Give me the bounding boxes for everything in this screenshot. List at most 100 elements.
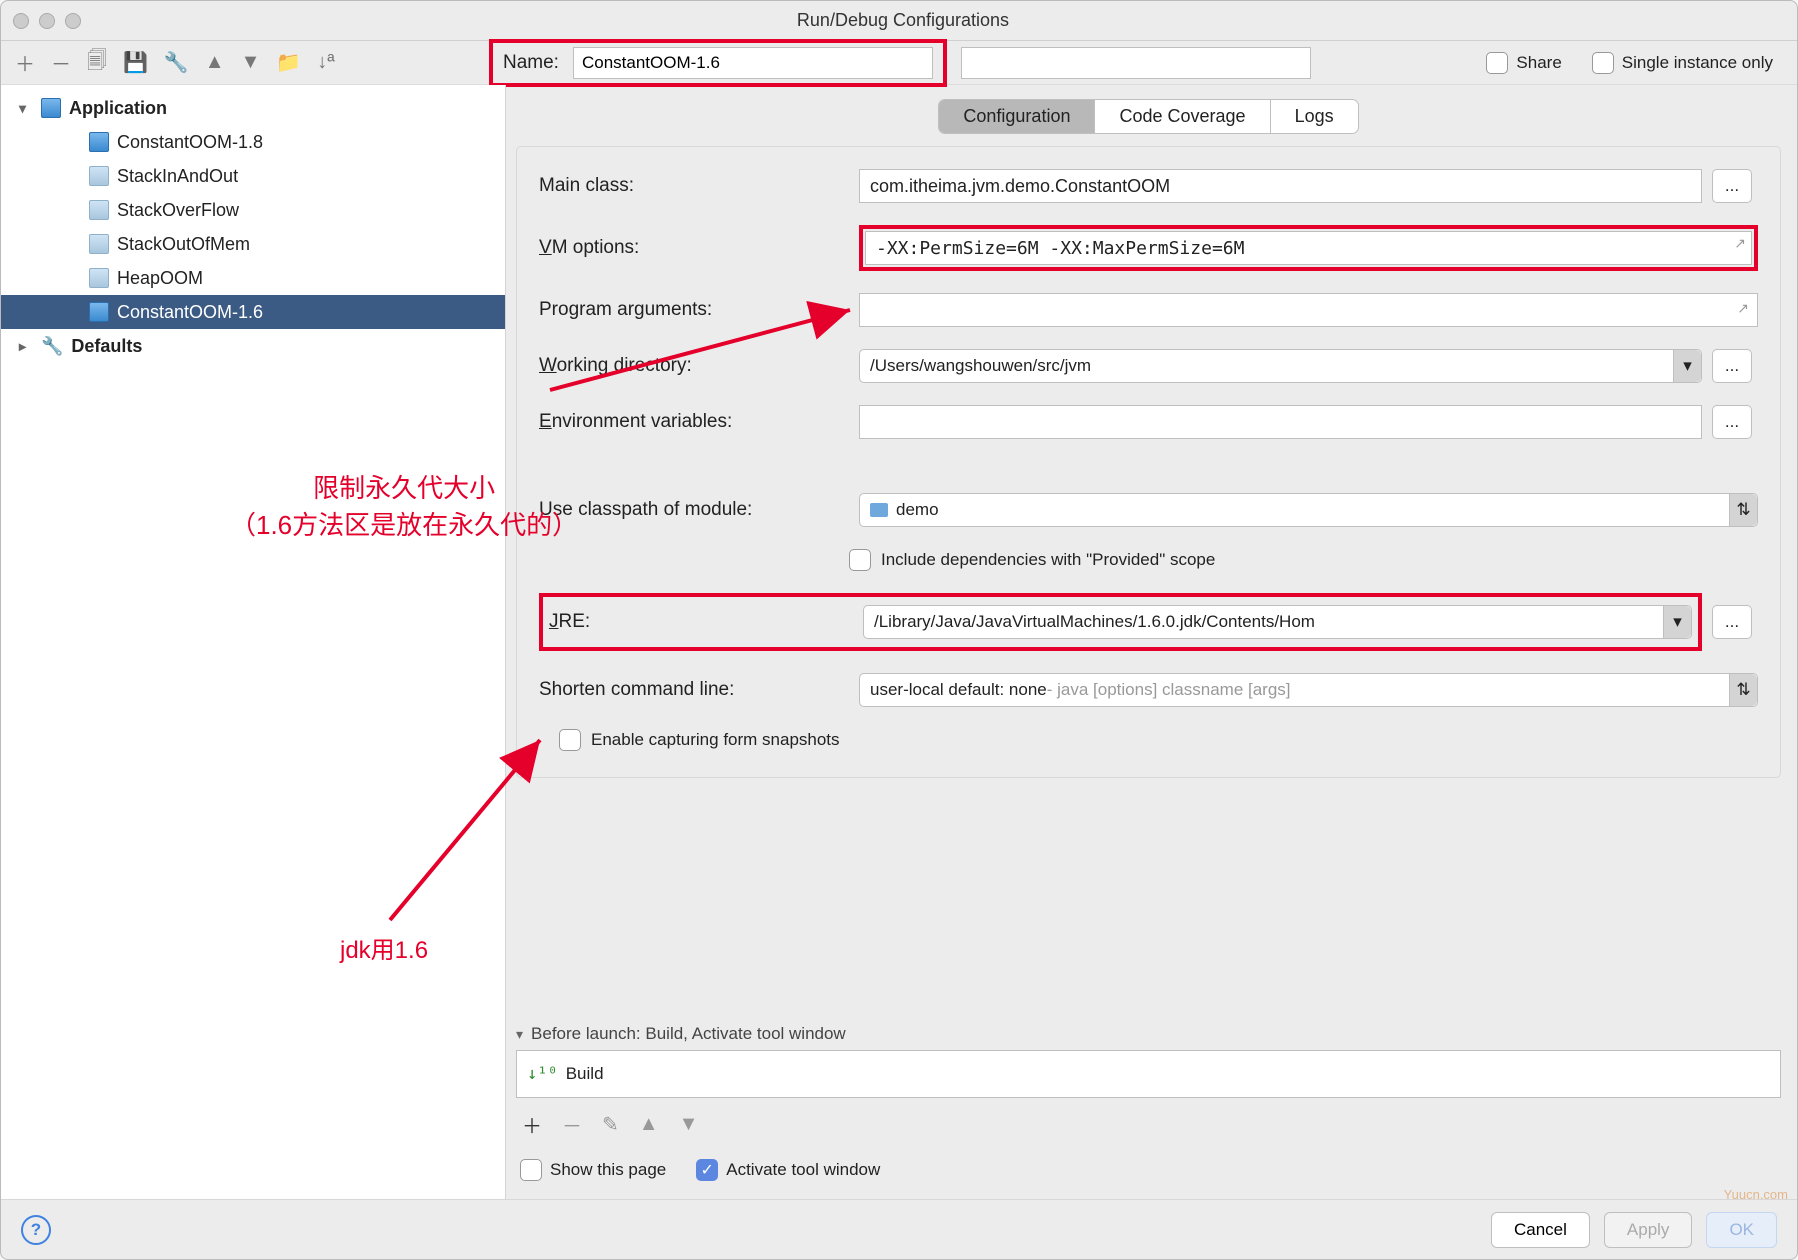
jre-label: JRE: [543,611,853,633]
run-config-icon [89,200,109,220]
enable-snapshots-checkbox[interactable] [559,729,581,751]
show-this-page-checkbox[interactable]: Show this page [520,1159,666,1181]
copy-config-icon[interactable]: 🗐 [87,46,107,80]
env-vars-browse-button[interactable]: ... [1712,405,1752,439]
shorten-cmd-suffix: - java [options] classname [args] [1047,680,1291,700]
tree-node-defaults[interactable]: ▸ 🔧 Defaults [1,329,505,363]
caret-down-icon[interactable]: ▾ [516,1026,523,1043]
activate-tool-window-checkbox[interactable]: ✓ Activate tool window [696,1159,880,1181]
tree-item[interactable]: StackOverFlow [1,193,505,227]
shorten-cmd-label: Shorten command line: [539,679,849,701]
working-directory-label: Working directory: [539,355,849,377]
main-class-label: Main class: [539,175,849,197]
close-window-icon[interactable] [13,13,29,29]
help-icon[interactable]: ? [21,1215,51,1245]
module-icon [870,503,888,517]
tree-item[interactable]: ConstantOOM-1.8 [1,125,505,159]
enable-snapshots-label: Enable capturing form snapshots [591,730,840,750]
configuration-panel: Main class: com.itheima.jvm.demo.Constan… [516,146,1781,778]
tab-code-coverage[interactable]: Code Coverage [1095,100,1270,133]
ok-button[interactable]: OK [1706,1212,1777,1248]
run-config-icon [89,234,109,254]
vm-options-label: VM options: [539,237,849,259]
add-config-icon[interactable]: ＋ [15,48,35,77]
tree-item-label: HeapOOM [117,268,203,289]
jre-browse-button[interactable]: ... [1712,605,1752,639]
checkbox-icon [520,1159,542,1181]
before-launch-list[interactable]: ↓¹⁰ Build [516,1050,1781,1098]
single-instance-label: Single instance only [1622,53,1773,73]
zoom-window-icon[interactable] [65,13,81,29]
activate-tool-window-label: Activate tool window [726,1160,880,1180]
wrench-icon: 🔧 [41,336,63,357]
working-directory-browse-button[interactable]: ... [1712,349,1752,383]
move-task-down-icon[interactable]: ▼ [679,1113,699,1136]
jre-select[interactable]: /Library/Java/JavaVirtualMachines/1.6.0.… [863,605,1692,639]
vm-options-input[interactable]: -XX:PermSize=6M -XX:MaxPermSize=6M [865,231,1752,265]
env-vars-input[interactable] [859,405,1702,439]
share-label: Share [1516,53,1561,73]
add-task-icon[interactable]: ＋ [522,1110,542,1139]
checkbox-icon [1592,52,1614,74]
run-debug-configurations-window: Run/Debug Configurations ＋ － 🗐 💾 🔧 ▲ ▼ 📁… [0,0,1798,1260]
name-input[interactable] [573,47,933,79]
build-task-icon: ↓¹⁰ [527,1064,558,1084]
tree-item-label: StackInAndOut [117,166,238,187]
tree-item-label: StackOutOfMem [117,234,250,255]
before-launch-item: Build [566,1064,604,1084]
single-instance-checkbox[interactable]: Single instance only [1592,52,1773,74]
sort-alpha-icon[interactable]: ↓ª [317,51,334,74]
tree-item-label: StackOverFlow [117,200,239,221]
show-this-page-label: Show this page [550,1160,666,1180]
apply-button[interactable]: Apply [1604,1212,1693,1248]
shorten-cmd-prefix: user-local default: none [870,680,1047,700]
run-config-icon [89,166,109,186]
cancel-button[interactable]: Cancel [1491,1212,1590,1248]
remove-config-icon[interactable]: － [51,48,71,77]
toolbar: ＋ － 🗐 💾 🔧 ▲ ▼ 📁 ↓ª Name: Share Single in… [1,41,1797,85]
name-input-overflow[interactable] [961,47,1311,79]
name-label: Name: [503,52,559,74]
move-up-icon[interactable]: ▲ [205,51,225,74]
tree-item[interactable]: StackInAndOut [1,159,505,193]
tab-logs[interactable]: Logs [1271,100,1358,133]
include-provided-checkbox[interactable] [849,549,871,571]
tree-node-application[interactable]: ▾ Application [1,91,505,125]
program-arguments-input[interactable]: ↗ [859,293,1758,327]
tabs: Configuration Code Coverage Logs [516,99,1781,134]
expand-icon[interactable]: ↗ [1737,300,1749,317]
main-class-input[interactable]: com.itheima.jvm.demo.ConstantOOM [859,169,1702,203]
tree-item[interactable]: StackOutOfMem [1,227,505,261]
program-arguments-label: Program arguments: [539,299,849,321]
edit-task-icon[interactable]: ✎ [602,1112,619,1137]
main-class-browse-button[interactable]: ... [1712,169,1752,203]
tree-item[interactable]: HeapOOM [1,261,505,295]
include-provided-label: Include dependencies with "Provided" sco… [881,550,1215,570]
chevron-down-icon[interactable]: ▾ [1663,606,1691,638]
chevron-down-icon[interactable]: ▾ [1673,350,1701,382]
tab-configuration[interactable]: Configuration [939,100,1095,133]
shorten-cmd-select[interactable]: user-local default: none - java [options… [859,673,1758,707]
move-down-icon[interactable]: ▼ [241,51,261,74]
working-directory-input[interactable]: /Users/wangshouwen/src/jvm ▾ [859,349,1702,383]
traffic-lights [13,13,81,29]
expand-icon[interactable]: ↗ [1734,235,1746,252]
share-checkbox[interactable]: Share [1486,52,1561,74]
tree-item-label: ConstantOOM-1.6 [117,302,263,323]
folder-icon[interactable]: 📁 [276,50,301,75]
classpath-module-select[interactable]: demo ⇅ [859,493,1758,527]
caret-right-icon: ▸ [19,338,33,355]
sidebar-tree[interactable]: ▾ Application ConstantOOM-1.8 StackInAnd… [1,85,506,1199]
chevron-updown-icon[interactable]: ⇅ [1729,494,1757,526]
classpath-module-value: demo [896,500,939,520]
tree-node-label: Defaults [71,336,142,357]
move-task-up-icon[interactable]: ▲ [639,1113,659,1136]
save-config-icon[interactable]: 💾 [123,50,148,75]
tree-item-selected[interactable]: ConstantOOM-1.6 [1,295,505,329]
chevron-updown-icon[interactable]: ⇅ [1729,674,1757,706]
wrench-settings-icon[interactable]: 🔧 [164,50,189,75]
tree-node-label: Application [69,98,167,119]
remove-task-icon[interactable]: － [562,1110,582,1139]
minimize-window-icon[interactable] [39,13,55,29]
classpath-module-label: Use classpath of module: [539,499,849,521]
